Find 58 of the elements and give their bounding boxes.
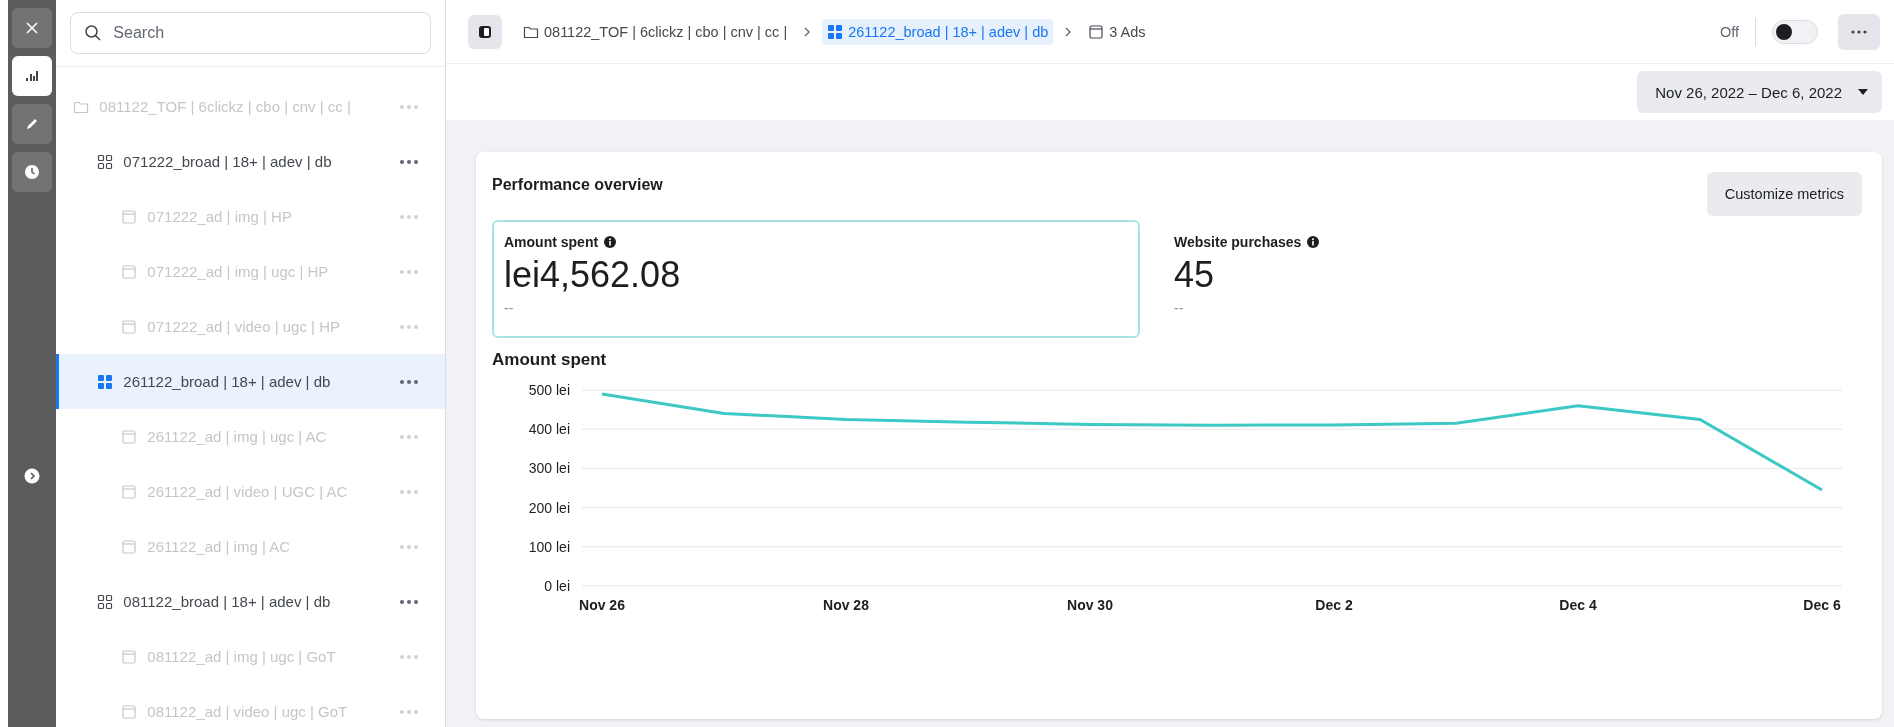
ad-icon (121, 318, 138, 335)
chart-title: Amount spent (492, 350, 607, 370)
metric-comparison: -- (1174, 300, 1185, 316)
ad-icon (121, 483, 138, 500)
caret-icon (1858, 89, 1868, 95)
metric-tile[interactable]: Website purchases 45 -- (1162, 220, 1810, 338)
y-tick-label: 200 lei (528, 499, 570, 516)
customize-metrics-button[interactable]: Customize metrics (1706, 172, 1862, 216)
search-icon (84, 24, 103, 42)
y-tick-label: 400 lei (528, 421, 570, 438)
x-tick-label: Dec 4 (1559, 597, 1597, 613)
rail-button[interactable] (12, 56, 53, 96)
x-tick-label: Nov 26 (579, 597, 625, 613)
x-tick-label: Dec 2 (1315, 597, 1353, 613)
x-tick-label: Dec 6 (1803, 597, 1841, 613)
info-icon (604, 236, 617, 248)
y-tick-label: 100 lei (528, 538, 570, 555)
grid-icon (97, 373, 114, 390)
info-icon (1307, 236, 1320, 248)
toggle-switch[interactable] (1772, 19, 1818, 44)
breadcrumb-link[interactable]: 3 Ads (1083, 18, 1151, 45)
close-icon (24, 20, 41, 36)
ad-icon (121, 538, 138, 555)
ad-icon (121, 263, 138, 280)
x-tick-label: Nov 30 (1067, 597, 1113, 613)
metric-value: 45 (1174, 254, 1216, 296)
ad-icon (121, 208, 138, 225)
clock-icon (24, 164, 41, 180)
more-button[interactable] (1838, 13, 1880, 50)
card-title: Performance overview (492, 176, 663, 194)
x-tick-label: Nov 28 (823, 597, 869, 613)
grid-icon (97, 153, 114, 170)
y-tick-label: 0 lei (544, 578, 570, 594)
y-tick-label: 300 lei (528, 460, 570, 477)
rail-button[interactable] (12, 152, 53, 192)
date-range-dropdown[interactable]: Nov 26, 2022 – Dec 6, 2022 (1637, 71, 1882, 113)
bar-chart-icon (24, 68, 41, 84)
ad-icon (121, 648, 138, 665)
metric-tile[interactable]: Amount spent lei4,562.08 -- (492, 220, 1140, 338)
metric-comparison: -- (504, 300, 515, 316)
metric-label: Website purchases (1174, 234, 1302, 250)
toggle-label: Off (1719, 23, 1739, 40)
ad-icon (121, 428, 138, 445)
metric-label: Amount spent (504, 234, 599, 250)
grid-icon (827, 23, 844, 40)
rail-button[interactable] (12, 8, 53, 48)
ad-icon (121, 703, 138, 720)
breadcrumb-link[interactable]: 081122_TOF | 6clickz | cbo | cnv | cc | (518, 18, 793, 45)
ad-icon (1088, 23, 1105, 40)
expand-icon[interactable] (24, 468, 41, 484)
more-icon (1851, 29, 1867, 34)
sidebar-icon (477, 23, 493, 40)
grid-icon (97, 593, 114, 610)
metric-value: lei4,562.08 (504, 254, 682, 296)
y-tick-label: 500 lei (528, 382, 570, 398)
search-field[interactable]: Search (70, 12, 431, 54)
breadcrumb-link[interactable]: 261122_broad | 18+ | adev | db (822, 18, 1054, 45)
panel-toggle-button[interactable] (468, 14, 502, 49)
